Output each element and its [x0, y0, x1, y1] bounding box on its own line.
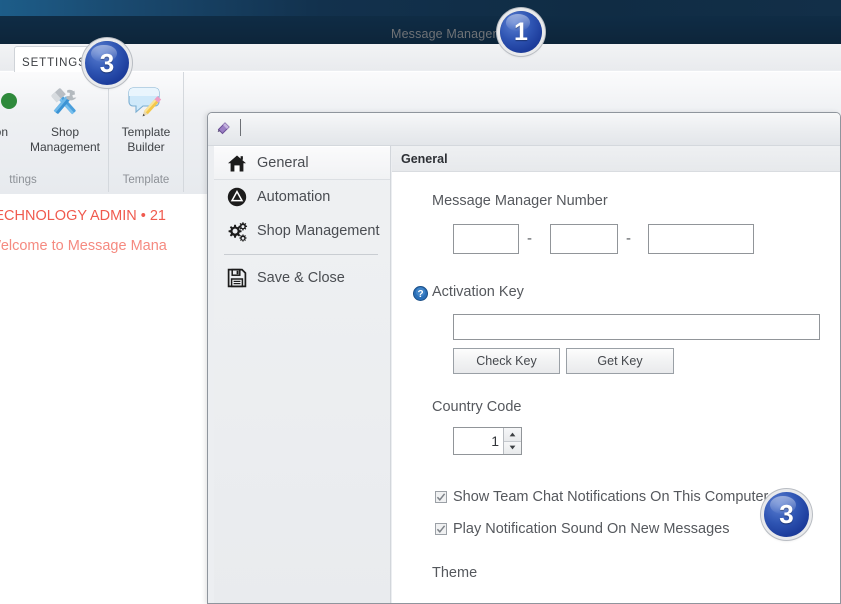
automation-circle-icon: [224, 186, 250, 208]
activation-key-input[interactable]: [453, 314, 820, 340]
home-icon: [224, 152, 250, 174]
screen-root: Message Manager SETTINGS ttings Template…: [0, 0, 841, 604]
country-code-label: Country Code: [432, 399, 522, 415]
sidebar-item-automation[interactable]: Automation: [214, 180, 390, 214]
step-badge-3-ribbon-number: 3: [99, 47, 115, 78]
sidebar-item-shop-management[interactable]: Shop Management: [214, 214, 390, 248]
message-log-line-welcome: On] Welcome to Message Mana: [0, 238, 167, 254]
gears-icon: [224, 220, 250, 242]
save-floppy-icon: [224, 267, 250, 289]
checkbox-checked-icon: [435, 523, 447, 535]
theme-label: Theme: [432, 565, 478, 581]
message-log-line-admin: ON TECHNOLOGY ADMIN • 21: [0, 208, 166, 224]
app-titlebar: [0, 0, 841, 16]
country-code-stepper[interactable]: 1: [453, 427, 522, 455]
sidebar-item-save-close-label: Save & Close: [257, 270, 345, 286]
ribbon-group-settings-label: ttings: [9, 174, 37, 186]
tab-settings-label: SETTINGS: [22, 57, 87, 69]
checkbox-play-sound-label: Play Notification Sound On New Messages: [453, 521, 730, 537]
sidebar-item-general[interactable]: General: [214, 146, 390, 180]
ribbon-button-template-builder-label: Template Builder: [121, 125, 171, 154]
check-key-button[interactable]: Check Key: [453, 348, 560, 374]
country-code-value[interactable]: 1: [454, 428, 503, 454]
ribbon-group-spacer: [184, 72, 208, 192]
checkbox-checked-icon: [435, 491, 447, 503]
dialog-titlebar: [208, 113, 840, 146]
dialog-content: General Message Manager Number - - ? Act…: [392, 146, 840, 603]
svg-text:?: ?: [417, 289, 423, 300]
ribbon-button-shop-management[interactable]: Shop Management: [28, 82, 102, 155]
help-question-icon[interactable]: ?: [413, 286, 428, 306]
sidebar-item-general-label: General: [257, 155, 309, 171]
message-manager-number-label: Message Manager Number: [432, 193, 608, 209]
mm-number-part3-input[interactable]: [648, 224, 754, 254]
dialog-app-icon: [216, 120, 232, 136]
step-badge-1-number: 1: [514, 17, 528, 46]
sidebar-item-shop-management-label: Shop Management: [257, 223, 380, 239]
message-log-panel: ON TECHNOLOGY ADMIN • 21 On] Welcome to …: [0, 194, 209, 604]
mm-number-part1-input[interactable]: [453, 224, 519, 254]
step-badge-3-checkbox: 3: [764, 492, 809, 537]
step-badge-3-checkbox-number: 3: [779, 499, 794, 529]
checkbox-play-notification-sound[interactable]: Play Notification Sound On New Messages: [435, 521, 729, 537]
spinner-down-icon[interactable]: [504, 440, 521, 454]
settings-dialog: General Automation Shop Management Save …: [207, 112, 841, 604]
country-code-spin-buttons[interactable]: [503, 428, 521, 454]
mm-number-part2-input[interactable]: [550, 224, 618, 254]
content-header-title: General: [401, 152, 448, 166]
app-caption-title: Message Manager: [391, 27, 497, 41]
mm-number-dash-1: -: [527, 230, 532, 247]
ribbon-button-shop-management-label: Shop Management: [29, 125, 101, 154]
mm-number-dash-2: -: [626, 230, 631, 247]
step-badge-1: 1: [500, 11, 542, 53]
shop-management-icon: [28, 82, 102, 122]
ribbon-button-template-builder[interactable]: Template Builder: [109, 82, 183, 155]
spinner-up-icon[interactable]: [504, 428, 521, 441]
sidebar-divider: [224, 254, 378, 255]
step-badge-3-ribbon: 3: [85, 41, 129, 85]
checkbox-show-team-chat-notifications[interactable]: Show Team Chat Notifications On This Com…: [435, 489, 768, 505]
sidebar-item-save-close[interactable]: Save & Close: [214, 261, 390, 295]
activation-key-label: Activation Key: [432, 284, 524, 300]
get-key-button[interactable]: Get Key: [566, 348, 674, 374]
ribbon-group-template-label: Template: [122, 174, 170, 186]
content-header: [392, 146, 840, 172]
dialog-sidebar: General Automation Shop Management Save …: [214, 146, 391, 603]
template-builder-icon: [109, 82, 183, 122]
checkbox-show-team-chat-label: Show Team Chat Notifications On This Com…: [453, 489, 769, 505]
dialog-title-caret: [240, 119, 241, 136]
sidebar-item-automation-label: Automation: [257, 189, 331, 205]
